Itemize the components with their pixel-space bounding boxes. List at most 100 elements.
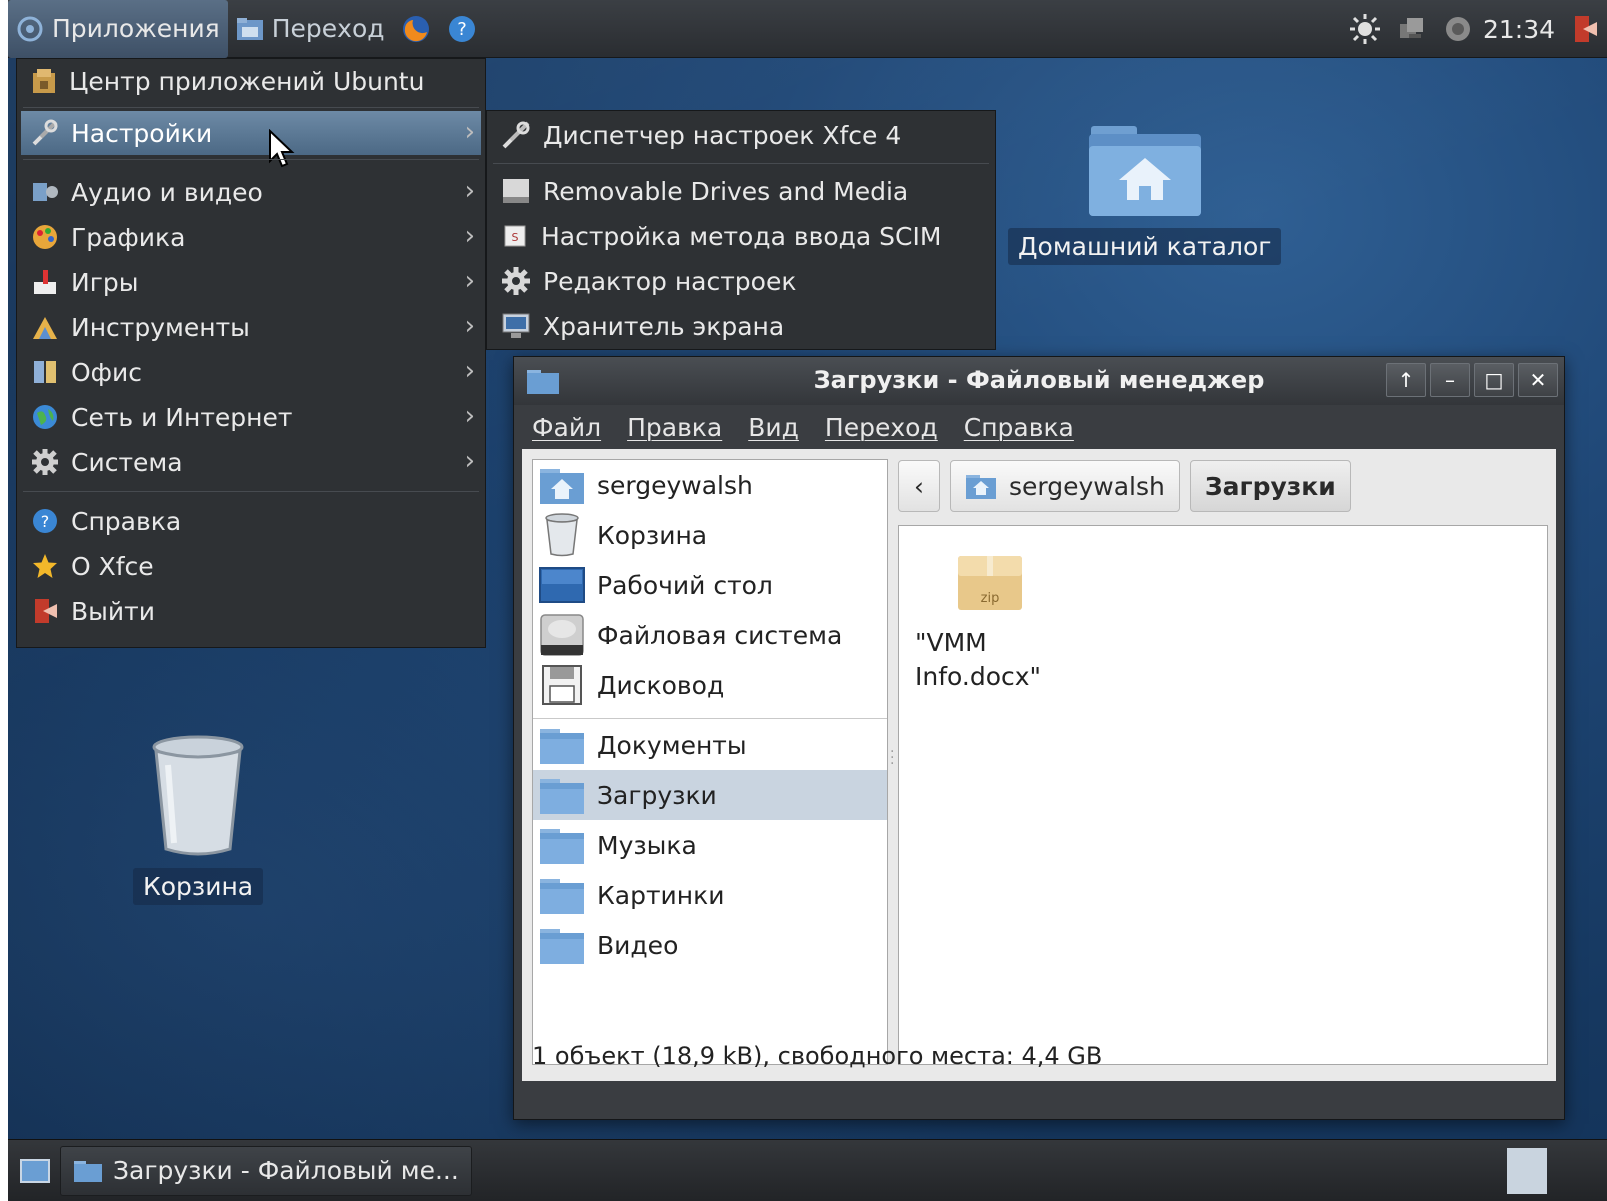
submenu-item-scim[interactable]: S Настройка метода ввода SCIM [491,214,991,258]
submenu-item-settings-editor[interactable]: Редактор настроек [491,259,991,303]
menu-item-label: Сеть и Интернет [71,402,293,432]
minimize-icon: – [1445,368,1455,392]
trash-icon [545,513,579,557]
graphics-icon [33,225,57,249]
submenu-item-label: Настройка метода ввода SCIM [541,221,942,251]
desktop-home-folder[interactable]: Домашний каталог [1008,120,1282,265]
menu-item-settings[interactable]: Настройки › [21,111,481,155]
sidebar-item-home[interactable]: sergeywalsh [533,460,887,510]
taskbar-window-button[interactable]: Загрузки - Файловый ме... [60,1145,472,1196]
show-desktop-icon[interactable] [20,1158,50,1183]
chevron-right-icon: › [464,221,475,251]
file-name: "VMM Info.docx" [915,626,1065,694]
menu-item-logout[interactable]: Выйти [21,589,481,633]
menu-item-help[interactable]: ? Справка [21,499,481,543]
help-launcher-icon[interactable]: ? [447,14,477,44]
menu-item-label: О Xfce [71,551,154,581]
sidebar-item-pictures[interactable]: Картинки [533,870,887,920]
submenu-item-label: Хранитель экрана [543,311,785,341]
menu-item-label: Инструменты [71,312,250,342]
menu-item-graphics[interactable]: Графика › [21,215,481,259]
applications-menu: Центр приложений Ubuntu Настройки › Ауди… [16,58,486,648]
clock[interactable]: 21:34 [1483,15,1555,44]
pane-splitter-handle[interactable]: · · · [890,745,894,771]
path-current-button[interactable]: Загрузки [1189,460,1351,512]
sidebar-item-label: sergeywalsh [597,470,753,500]
about-star-icon [33,554,57,578]
window-menubar: Файл Правка Вид Переход Справка [514,405,1564,449]
help-icon: ? [33,509,57,533]
menu-file[interactable]: Файл [532,413,601,442]
sidebar-item-filesystem[interactable]: Файловая система [533,610,887,660]
sidebar-item-documents[interactable]: Документы [533,720,887,770]
multimedia-icon [33,183,58,201]
file-name-line: "VMM [915,628,987,657]
menu-item-label: Центр приложений Ubuntu [69,66,425,96]
submenu-item-removable-drives[interactable]: Removable Drives and Media [491,169,991,213]
menu-item-system[interactable]: Система › [21,440,481,484]
network-icon[interactable] [1397,14,1427,44]
sidebar-item-desktop[interactable]: Рабочий стол [533,560,887,610]
folder-icon [540,929,584,964]
home-folder-icon [1088,126,1201,216]
status-text: 1 объект (18,9 kB), свободного места: 4,… [532,1042,1103,1070]
folder-icon [540,779,584,814]
menu-view[interactable]: Вид [748,413,799,442]
menu-item-about-xfce[interactable]: О Xfce [21,544,481,588]
games-icon [34,270,56,294]
zip-archive-icon: zip [958,556,1022,610]
menu-item-software-center[interactable]: Центр приложений Ubuntu [21,59,481,103]
path-back-button[interactable]: ‹ [898,460,940,512]
submenu-item-label: Диспетчер настроек Xfce 4 [543,120,902,150]
menu-help[interactable]: Справка [964,413,1074,442]
sidebar-item-label: Загрузки [597,780,717,810]
window-titlebar[interactable]: Загрузки - Файловый менеджер ↑ – □ ✕ [514,357,1564,405]
menu-item-internet[interactable]: Сеть и Интернет › [21,395,481,439]
window-minimize-button[interactable]: – [1430,363,1470,397]
menu-separator [493,163,989,164]
window-shade-button[interactable]: ↑ [1386,363,1426,397]
submenu-item-screensaver[interactable]: Хранитель экрана [491,304,991,348]
window-maximize-button[interactable]: □ [1474,363,1514,397]
applications-menu-button[interactable]: Приложения [8,0,228,58]
menu-item-games[interactable]: Игры › [21,260,481,304]
maximize-icon: □ [1484,368,1504,392]
file-item[interactable]: zip "VMM Info.docx" [915,554,1065,694]
volume-icon[interactable] [1443,14,1473,44]
firefox-icon[interactable] [401,14,431,44]
sidebar-item-floppy[interactable]: Дисковод [533,660,887,710]
logout-panel-icon[interactable] [1571,14,1599,44]
menu-item-office[interactable]: Офис › [21,350,481,394]
svg-text:?: ? [41,512,50,531]
chevron-right-icon: › [464,176,475,206]
menu-item-accessories[interactable]: Инструменты › [21,305,481,349]
path-parent-button[interactable]: sergeywalsh [950,460,1180,512]
sidebar-item-music[interactable]: Музыка [533,820,887,870]
submenu-item-label: Removable Drives and Media [543,176,909,206]
sidebar-item-downloads[interactable]: Загрузки [533,770,887,820]
desktop-trash[interactable]: Корзина [133,735,264,905]
sidebar-item-trash[interactable]: Корзина [533,510,887,560]
window-close-button[interactable]: ✕ [1518,363,1558,397]
workspace-switcher[interactable] [1507,1148,1547,1194]
menu-item-label: Система [71,447,183,477]
sidebar-item-videos[interactable]: Видео [533,920,887,970]
brightness-icon[interactable] [1349,13,1381,45]
folder-icon [74,1160,102,1182]
submenu-item-settings-manager[interactable]: Диспетчер настроек Xfce 4 [491,113,991,157]
places-menu-button[interactable]: Переход [228,0,393,58]
desktop-home-label: Домашний каталог [1008,228,1282,265]
menu-edit[interactable]: Правка [627,413,722,442]
software-center-icon [33,69,55,93]
sidebar-item-label: Дисковод [597,670,725,700]
menu-go[interactable]: Переход [825,413,938,442]
settings-submenu: Диспетчер настроек Xfce 4 Removable Driv… [486,110,996,350]
input-method-icon: S [504,225,526,247]
arrow-up-icon: ↑ [1397,368,1415,392]
places-menu-label: Переход [271,14,385,43]
zip-icon-text: zip [981,591,1000,606]
menu-item-label: Выйти [71,596,155,626]
menu-item-label: Графика [71,222,186,252]
menu-item-multimedia[interactable]: Аудио и видео › [21,170,481,214]
home-folder-icon [540,469,584,504]
